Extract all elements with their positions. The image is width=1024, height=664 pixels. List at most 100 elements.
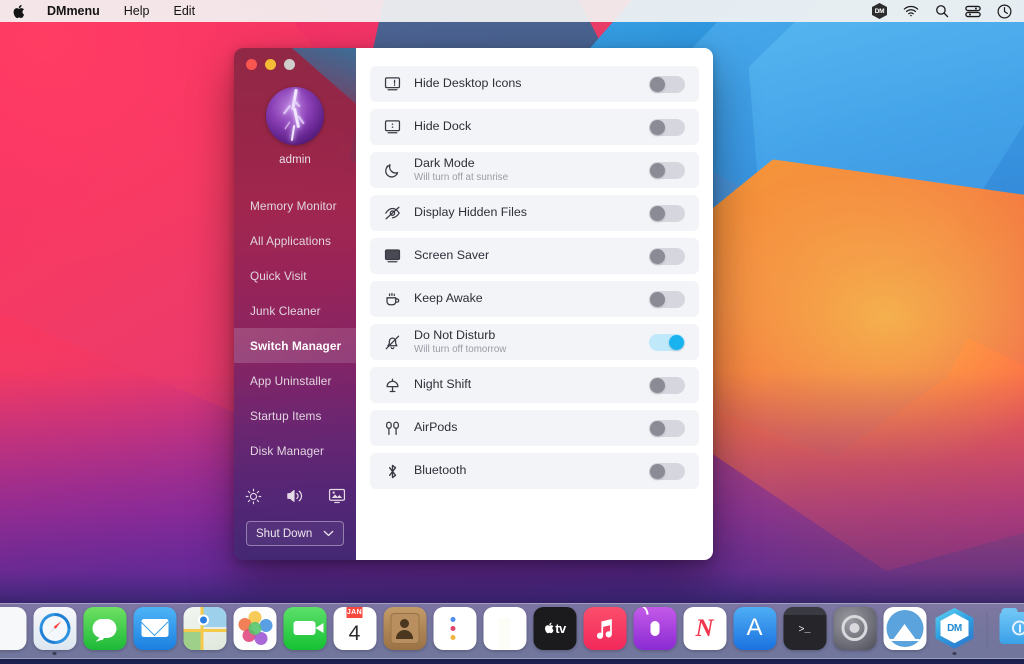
row-title: Keep Awake: [414, 291, 649, 307]
launchpad-icon: [0, 607, 26, 650]
toggle-keep-awake[interactable]: [649, 291, 685, 308]
terminal-prompt: >_: [798, 625, 810, 636]
control-center-icon[interactable]: [965, 5, 981, 18]
switch-row-night-shift[interactable]: Night Shift: [370, 367, 699, 403]
hidden-files-eye-slash-icon: [382, 203, 402, 223]
dock-item-photos[interactable]: [232, 607, 278, 656]
shut-down-dropdown[interactable]: Shut Down: [246, 521, 344, 546]
row-text: Bluetooth: [414, 463, 649, 479]
news-letter: N: [695, 616, 713, 641]
toggle-night-shift[interactable]: [649, 377, 685, 394]
row-title: Night Shift: [414, 377, 649, 393]
volume-icon[interactable]: [286, 487, 304, 505]
facetime-icon: [283, 607, 326, 650]
user-name: admin: [279, 154, 311, 166]
apple-logo-icon[interactable]: [8, 4, 35, 19]
dock-item-system-preferences[interactable]: [832, 607, 878, 656]
dock-item-notes[interactable]: [482, 607, 528, 656]
sidebar-item-startup-items[interactable]: Startup Items: [234, 398, 356, 433]
dock-item-facetime[interactable]: [282, 607, 328, 656]
bluetooth-icon: [382, 461, 402, 481]
dock-item-terminal[interactable]: >_: [782, 607, 828, 656]
dock-item-dmmenu[interactable]: DM: [932, 607, 978, 656]
search-icon[interactable]: [935, 4, 949, 18]
dock-item-mountain-app[interactable]: [882, 607, 928, 656]
wifi-icon[interactable]: [903, 5, 919, 17]
sidebar-item-disk-manager[interactable]: Disk Manager: [234, 433, 356, 468]
dmmenu-status-icon[interactable]: DM: [872, 3, 887, 19]
user-profile: admin: [234, 87, 356, 166]
switch-row-airpods[interactable]: AirPods: [370, 410, 699, 446]
dock-item-appstore[interactable]: A: [732, 607, 778, 656]
mail-icon: [133, 607, 176, 650]
dock-item-reminders[interactable]: [432, 607, 478, 656]
switch-row-screen-saver[interactable]: Screen Saver: [370, 238, 699, 274]
row-text: Hide Dock: [414, 119, 649, 135]
dock-item-news[interactable]: N: [682, 607, 728, 656]
sidebar-item-memory-monitor[interactable]: Memory Monitor: [234, 188, 356, 223]
toggle-screen-saver[interactable]: [649, 248, 685, 265]
toggle-bluetooth[interactable]: [649, 463, 685, 480]
sidebar-item-app-uninstaller[interactable]: App Uninstaller: [234, 363, 356, 398]
switch-manager-panel: Hide Desktop Icons Hide Dock: [356, 48, 713, 560]
minimize-button[interactable]: [265, 59, 276, 70]
hide-desktop-icons-icon: [382, 74, 402, 94]
music-icon: [583, 607, 626, 650]
dock-item-launchpad[interactable]: [0, 607, 28, 656]
sidebar-item-switch-manager[interactable]: Switch Manager: [234, 328, 356, 363]
contacts-icon: [383, 607, 426, 650]
sidebar-item-all-applications[interactable]: All Applications: [234, 223, 356, 258]
close-button[interactable]: [246, 59, 257, 70]
appletv-label: tv: [555, 621, 566, 636]
photos-icon: [233, 607, 276, 650]
mountain-app-icon: [883, 607, 926, 650]
dock-item-safari[interactable]: [32, 607, 78, 656]
do-not-disturb-bell-slash-icon: [382, 332, 402, 352]
row-title: Hide Dock: [414, 119, 649, 135]
toggle-dark-mode[interactable]: [649, 162, 685, 179]
toggle-do-not-disturb[interactable]: [649, 334, 685, 351]
dock-item-podcasts[interactable]: [632, 607, 678, 656]
messages-icon: [83, 607, 126, 650]
calendar-month: JAN: [347, 607, 362, 618]
lightning-avatar[interactable]: [266, 87, 324, 145]
brightness-icon[interactable]: [244, 487, 262, 505]
switch-row-display-hidden-files[interactable]: Display Hidden Files: [370, 195, 699, 231]
toggle-hide-dock[interactable]: [649, 119, 685, 136]
toggle-hide-desktop-icons[interactable]: [649, 76, 685, 93]
podcasts-icon: [633, 607, 676, 650]
dock-item-music[interactable]: [582, 607, 628, 656]
dock-item-mail[interactable]: [132, 607, 178, 656]
switch-row-hide-desktop-icons[interactable]: Hide Desktop Icons: [370, 66, 699, 102]
clock-icon[interactable]: [997, 4, 1012, 19]
sidebar-quick-actions: [234, 487, 356, 505]
menu-item-dmmenu[interactable]: DMmenu: [35, 0, 112, 22]
switch-row-do-not-disturb[interactable]: Do Not Disturb Will turn off tomorrow: [370, 324, 699, 360]
sidebar-nav: Memory Monitor All Applications Quick Vi…: [234, 188, 356, 468]
switch-row-dark-mode[interactable]: Dark Mode Will turn off at sunrise: [370, 152, 699, 188]
row-text: Hide Desktop Icons: [414, 76, 649, 92]
toggle-display-hidden-files[interactable]: [649, 205, 685, 222]
dock-item-calendar[interactable]: JAN 4: [332, 607, 378, 656]
toggle-airpods[interactable]: [649, 420, 685, 437]
switch-row-hide-dock[interactable]: Hide Dock: [370, 109, 699, 145]
downloads-folder-icon: [998, 607, 1024, 650]
sidebar-item-junk-cleaner[interactable]: Junk Cleaner: [234, 293, 356, 328]
dock-item-appletv[interactable]: tv: [532, 607, 578, 656]
switch-row-bluetooth[interactable]: Bluetooth: [370, 453, 699, 489]
dock-item-maps[interactable]: [182, 607, 228, 656]
running-indicator: [53, 652, 57, 656]
menu-item-edit[interactable]: Edit: [162, 0, 208, 22]
switch-row-keep-awake[interactable]: Keep Awake: [370, 281, 699, 317]
appstore-letter: A: [746, 616, 762, 640]
display-icon[interactable]: [328, 487, 346, 505]
menu-item-help[interactable]: Help: [112, 0, 162, 22]
night-shift-lamp-icon: [382, 375, 402, 395]
maximize-button[interactable]: [284, 59, 295, 70]
dock-item-messages[interactable]: [82, 607, 128, 656]
dock-item-downloads[interactable]: [997, 607, 1024, 656]
dm-hex-badge: DM: [872, 3, 887, 19]
dock-item-contacts[interactable]: [382, 607, 428, 656]
sidebar-item-quick-visit[interactable]: Quick Visit: [234, 258, 356, 293]
running-indicator: [953, 652, 957, 656]
